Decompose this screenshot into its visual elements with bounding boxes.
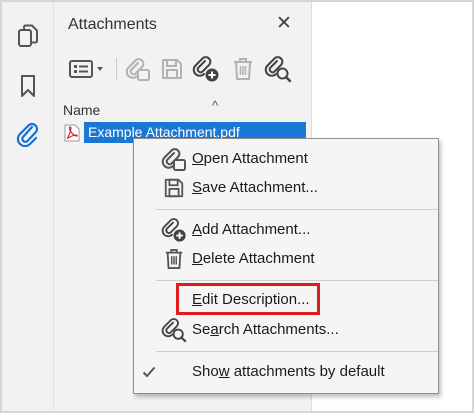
menu-item-add-attachment[interactable]: Add Attachment... — [134, 216, 438, 244]
menu-item-search-attachments[interactable]: Search Attachments... — [134, 316, 438, 344]
search-attachments-toolbar-button[interactable] — [262, 52, 294, 86]
panel-title: Attachments — [68, 16, 157, 33]
close-icon: ✕ — [276, 12, 292, 34]
save-attachment-toolbar-button[interactable] — [156, 52, 188, 86]
close-panel-button[interactable]: ✕ — [272, 11, 296, 35]
left-nav-bar — [2, 2, 54, 411]
menu-item-label: Delete Attachment — [192, 250, 315, 267]
menu-item-label: Search Attachments... — [192, 321, 339, 338]
menu-item-label: Show attachments by default — [192, 363, 385, 380]
pages-icon[interactable] — [12, 20, 44, 52]
delete-attachment-toolbar-button[interactable] — [228, 52, 258, 86]
toolbar-separator — [116, 58, 117, 80]
menu-separator — [156, 209, 438, 210]
save-attachment-icon — [162, 59, 182, 79]
sort-ascending-icon: ^ — [212, 98, 219, 113]
menu-separator — [156, 280, 438, 281]
annotation-highlight-box — [176, 283, 320, 315]
list-options-icon — [69, 60, 103, 78]
add-attachment-toolbar-button[interactable] — [190, 52, 222, 86]
delete-attachment-icon — [234, 58, 252, 80]
menu-item-save-attachment[interactable]: Save Attachment... — [134, 174, 438, 202]
open-attachment-icon — [125, 58, 150, 81]
bookmark-icon[interactable] — [12, 70, 44, 102]
menu-separator — [156, 351, 438, 352]
menu-item-label: Open Attachment — [192, 150, 308, 167]
menu-item-open-attachment[interactable]: Open Attachment — [134, 145, 438, 173]
pdf-file-icon — [64, 124, 80, 142]
options-menu-button[interactable] — [66, 52, 108, 86]
delete-attachment-icon — [161, 247, 187, 271]
column-name-label: Name — [63, 102, 101, 118]
open-attachment-icon — [161, 147, 187, 171]
add-attachment-icon — [161, 218, 187, 242]
column-header[interactable]: Name ^ — [54, 98, 312, 122]
search-attachments-icon — [161, 318, 187, 343]
context-menu: Open Attachment Save Attachment... Add A… — [133, 138, 439, 394]
menu-item-delete-attachment[interactable]: Delete Attachment — [134, 245, 438, 273]
menu-item-label: Save Attachment... — [192, 179, 318, 196]
menu-item-show-attachments-by-default[interactable]: Show attachments by default — [134, 358, 438, 386]
checkmark-icon — [136, 360, 162, 384]
attachments-toolbar — [62, 52, 302, 86]
search-attachments-icon — [264, 56, 292, 83]
menu-item-label: Add Attachment... — [192, 221, 311, 238]
attachment-icon[interactable] — [12, 118, 44, 150]
save-attachment-icon — [161, 176, 187, 200]
open-attachment-toolbar-button[interactable] — [122, 52, 154, 86]
add-attachment-icon — [192, 56, 219, 82]
